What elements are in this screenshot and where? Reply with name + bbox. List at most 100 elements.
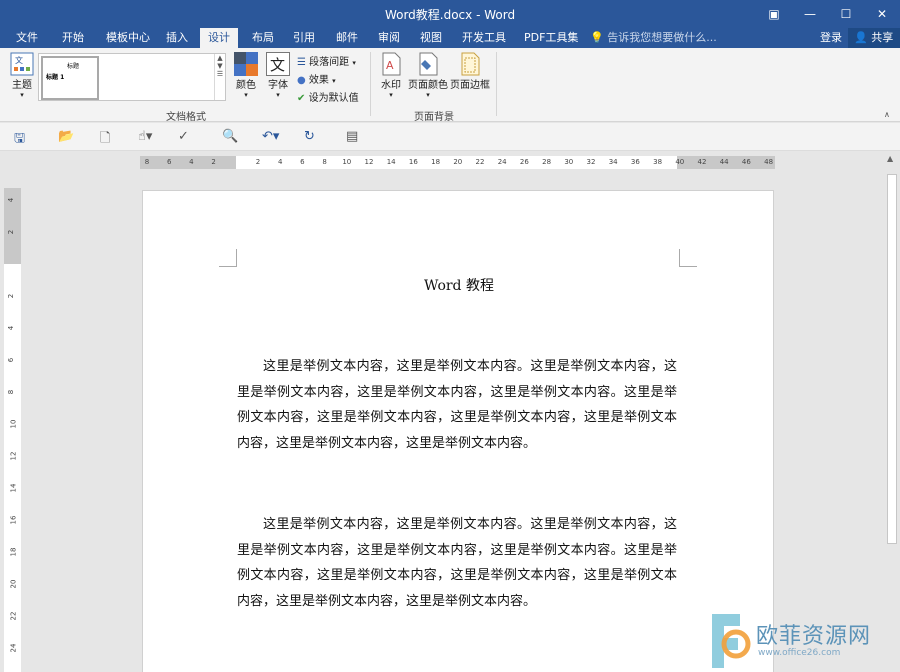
watermark-label: 水印 xyxy=(381,80,401,91)
set-default-button[interactable]: ✔ 设为默认值 xyxy=(297,89,359,104)
login-link[interactable]: 登录 xyxy=(820,28,842,48)
paragraph-spacing-button[interactable]: ☰ 段落间距 ▾ xyxy=(297,53,356,68)
redo-icon[interactable]: ↻ xyxy=(304,129,315,144)
site-watermark: 欧菲资源网 www.office26.com xyxy=(700,608,900,672)
watermark-button[interactable]: A 水印 ▾ xyxy=(377,52,405,99)
page-color-label: 页面颜色 xyxy=(408,80,448,91)
horizontal-ruler[interactable]: 8 6 4 2 2 4 6 8 10 12 14 16 18 20 22 24 26 28 30 32 34 36 38 40… xyxy=(140,156,775,169)
fonts-button[interactable]: 文 字体 ▾ xyxy=(264,52,292,99)
colors-button[interactable]: 颜色 ▾ xyxy=(232,52,260,99)
effects-label: 效果 xyxy=(308,75,329,86)
thumb-heading: 标题 1 xyxy=(46,74,65,81)
group-divider xyxy=(496,52,497,116)
title-bar: Word教程.docx - Word ▣ — ☐ ✕ xyxy=(0,0,900,28)
tab-developer[interactable]: 开发工具 xyxy=(454,28,514,48)
watermark-en-text: www.office26.com xyxy=(758,648,841,658)
ruler-tick: 4 xyxy=(7,325,16,331)
ruler-tick: 8 xyxy=(7,389,16,395)
ruler-tick: 32 xyxy=(586,158,596,166)
customize-qat-icon[interactable]: ▤ xyxy=(346,129,358,144)
ruler-tick: 24 xyxy=(9,643,18,653)
vertical-ruler[interactable]: 4 2 2 4 6 8 10 12 14 16 18 20 22 24 xyxy=(4,188,21,672)
themes-button[interactable]: 文 主题 ▾ xyxy=(6,52,38,99)
fonts-icon: 文 xyxy=(266,52,290,76)
minimize-icon[interactable]: — xyxy=(792,0,828,28)
quick-access-toolbar: 🖫 📂 🗋 ☝▾ ✓ 🔍 ↶▾ ↻ ▤ xyxy=(0,123,900,151)
ruler-tick: 10 xyxy=(342,158,352,166)
style-thumbnail[interactable]: 标题 标题 1 xyxy=(41,56,99,100)
gallery-more-icon[interactable]: ☰ xyxy=(215,70,225,78)
document-page[interactable]: Word 教程 这里是举例文本内容，这里是举例文本内容。这里是举例文本内容，这里… xyxy=(142,190,774,672)
ruler-tick: 20 xyxy=(9,579,18,589)
scroll-up-icon[interactable]: ▲ xyxy=(887,154,893,163)
gallery-scroll[interactable]: ▲ ▼ ☰ xyxy=(214,54,225,100)
print-preview-icon[interactable]: 🔍 xyxy=(222,129,238,144)
chevron-down-icon: ▾ xyxy=(426,91,430,99)
document-title[interactable]: Word 教程 xyxy=(143,275,775,295)
tab-home[interactable]: 开始 xyxy=(54,28,92,48)
tab-file[interactable]: 文件 xyxy=(8,28,46,48)
tab-insert[interactable]: 插入 xyxy=(158,28,196,48)
colors-label: 颜色 xyxy=(236,80,256,91)
chevron-down-icon: ▾ xyxy=(276,91,280,99)
spelling-check-icon[interactable]: ✓ xyxy=(178,129,189,144)
tell-me-box[interactable]: 💡 告诉我您想要做什么... xyxy=(590,28,717,48)
ribbon-display-icon[interactable]: ▣ xyxy=(756,0,792,28)
ruler-tick: 26 xyxy=(519,158,529,166)
ruler-tick: 20 xyxy=(453,158,463,166)
tab-layout[interactable]: 布局 xyxy=(244,28,282,48)
lightbulb-icon: 💡 xyxy=(590,31,604,44)
ruler-tick: 44 xyxy=(719,158,729,166)
scroll-down-icon[interactable]: ▼ xyxy=(215,62,225,70)
scroll-up-icon[interactable]: ▲ xyxy=(215,54,225,62)
vertical-scrollbar[interactable]: ▲ xyxy=(884,152,900,672)
undo-icon[interactable]: ↶▾ xyxy=(262,129,279,144)
scrollbar-thumb[interactable] xyxy=(887,174,897,544)
tab-pdf-tools[interactable]: PDF工具集 xyxy=(516,28,586,48)
new-document-icon[interactable]: 🗋 xyxy=(100,129,110,151)
ruler-tick: 16 xyxy=(9,515,18,525)
margin-corner-mark xyxy=(219,249,237,267)
document-paragraph[interactable]: 这里是举例文本内容，这里是举例文本内容。这里是举例文本内容，这里是举例文本内容，… xyxy=(237,512,677,614)
tab-mailings[interactable]: 邮件 xyxy=(328,28,366,48)
close-icon[interactable]: ✕ xyxy=(864,0,900,28)
person-icon: 👤 xyxy=(854,31,868,44)
page-borders-button[interactable]: 页面边框 xyxy=(450,52,490,91)
ruler-tick: 30 xyxy=(564,158,574,166)
ribbon-tabs: 文件 开始 模板中心 插入 设计 布局 引用 邮件 审阅 视图 开发工具 PDF… xyxy=(0,28,900,48)
svg-text:A: A xyxy=(386,59,394,72)
chevron-down-icon: ▾ xyxy=(244,91,248,99)
chevron-down-icon: ▾ xyxy=(20,91,24,99)
page-background-group-label: 页面背景 xyxy=(414,112,454,123)
ruler-tick: 4 xyxy=(7,197,16,203)
share-button[interactable]: 👤 共享 xyxy=(848,28,900,48)
ruler-tick: 14 xyxy=(386,158,396,166)
effects-button[interactable]: ● 效果 ▾ xyxy=(297,71,336,86)
document-paragraph[interactable]: 这里是举例文本内容，这里是举例文本内容。这里是举例文本内容，这里是举例文本内容，… xyxy=(237,354,677,456)
themes-icon: 文 xyxy=(10,52,34,76)
tab-view[interactable]: 视图 xyxy=(412,28,450,48)
style-set-gallery[interactable]: 标题 标题 1 ▲ ▼ ☰ xyxy=(38,53,226,101)
tab-review[interactable]: 审阅 xyxy=(370,28,408,48)
ruler-tick: 22 xyxy=(475,158,485,166)
colors-icon xyxy=(234,52,258,76)
tab-templates[interactable]: 模板中心 xyxy=(98,28,158,48)
touch-mode-icon[interactable]: ☝▾ xyxy=(138,129,152,144)
ruler-tick: 2 xyxy=(211,158,216,166)
page-color-button[interactable]: 页面颜色 ▾ xyxy=(408,52,448,99)
tab-references[interactable]: 引用 xyxy=(285,28,323,48)
page-borders-icon xyxy=(461,52,480,76)
ruler-tick: 10 xyxy=(9,419,18,429)
group-divider xyxy=(370,52,371,116)
save-icon[interactable]: 🖫 xyxy=(14,129,25,151)
maximize-icon[interactable]: ☐ xyxy=(828,0,864,28)
ruler-tick: 6 xyxy=(166,158,172,166)
fonts-label: 字体 xyxy=(268,80,288,91)
tab-design[interactable]: 设计 xyxy=(200,28,238,48)
open-folder-icon[interactable]: 📂 xyxy=(58,129,74,144)
watermark-cn-text: 欧菲资源网 xyxy=(756,624,872,649)
ruler-tick: 6 xyxy=(7,357,16,363)
ruler-tick: 8 xyxy=(322,158,327,166)
collapse-ribbon-icon[interactable]: ∧ xyxy=(884,110,890,119)
effects-icon: ● xyxy=(297,75,306,86)
